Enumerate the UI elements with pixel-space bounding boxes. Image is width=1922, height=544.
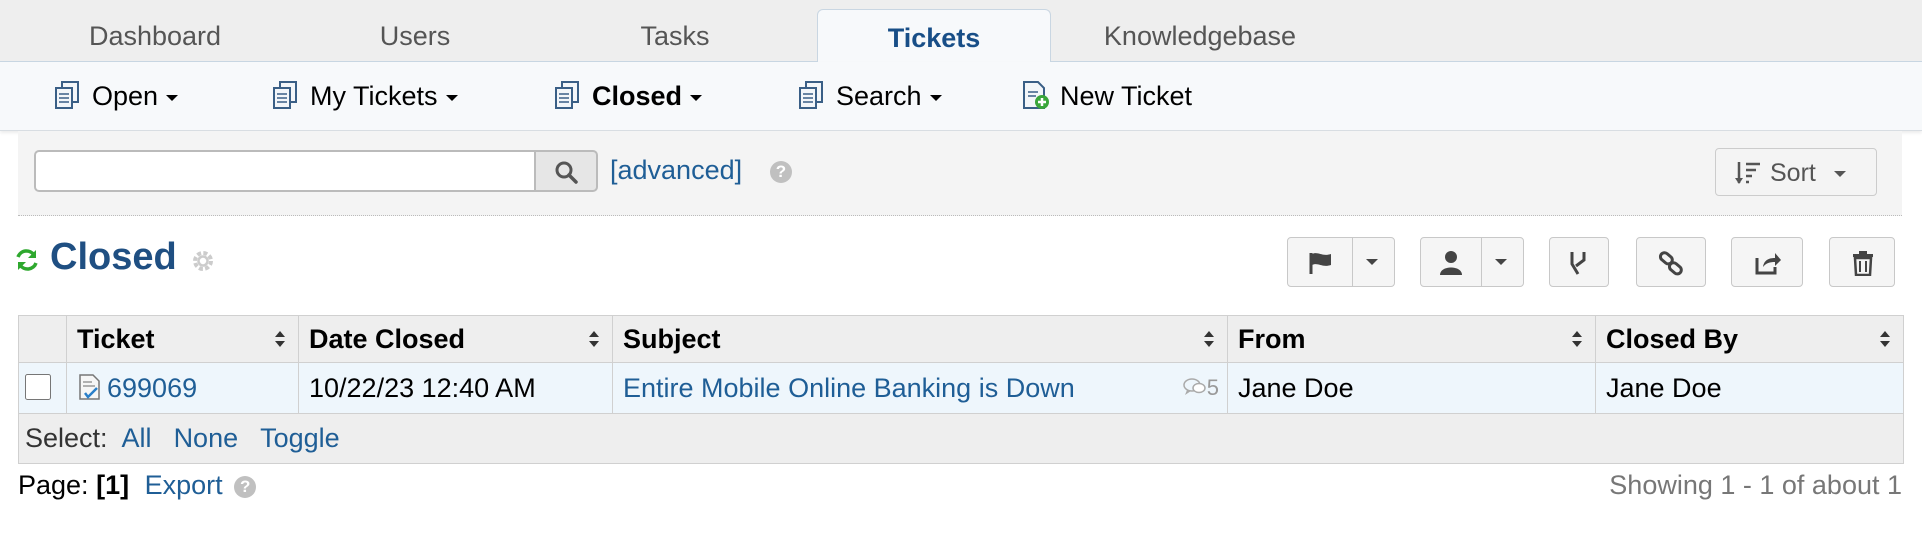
from-value: Jane Doe [1238, 373, 1354, 403]
pagination: Page: [1] Export ? [18, 470, 257, 501]
date-closed-value: 10/22/23 12:40 AM [309, 373, 536, 403]
select-label: Select: [25, 423, 108, 453]
chevron-down-icon [929, 94, 942, 101]
sort-label: Sort [1770, 159, 1816, 187]
sort-arrows-icon [1880, 331, 1890, 347]
table-row-subject-cell: Entire Mobile Online Banking is Down 5 [612, 362, 1228, 414]
flag-icon [1309, 253, 1331, 274]
my-tickets-label: My Tickets [310, 81, 438, 111]
sort-arrows-icon [1572, 331, 1582, 347]
main-tab-bar: Dashboard Users Tasks Tickets Knowledgeb… [0, 0, 1922, 63]
advanced-search-link[interactable]: [advanced] [610, 155, 742, 186]
select-toggle-link[interactable]: Toggle [260, 423, 340, 453]
page-label: Page: [18, 470, 89, 500]
select-all-link[interactable]: All [122, 423, 152, 453]
select-controls: Select: All None Toggle [18, 413, 1904, 464]
tab-tickets[interactable]: Tickets [817, 9, 1051, 63]
search-area: [advanced] ? Sort [18, 131, 1902, 216]
tickets-table: Ticket Date Closed Subject From Closed B… [18, 315, 1904, 465]
refresh-icon[interactable] [14, 247, 40, 273]
trash-icon [1853, 251, 1873, 276]
search-icon [555, 161, 578, 184]
select-column-header [18, 315, 67, 363]
thread-count: 5 [1183, 363, 1219, 413]
divider [1481, 238, 1482, 286]
thread-count-value: 5 [1206, 375, 1219, 400]
link-icon [1658, 251, 1683, 276]
column-header-label: From [1238, 324, 1306, 354]
column-header-date-closed[interactable]: Date Closed [298, 315, 613, 363]
table-row-select-cell [18, 362, 67, 414]
current-page: [1] [96, 470, 130, 500]
chevron-down-icon [690, 94, 703, 101]
column-header-closed-by[interactable]: Closed By [1595, 315, 1904, 363]
comments-icon [1183, 378, 1206, 396]
sort-button[interactable]: Sort [1715, 148, 1877, 196]
open-queue-menu[interactable]: Open [52, 62, 179, 130]
export-link[interactable]: Export [145, 470, 223, 500]
column-header-label: Closed By [1606, 324, 1739, 354]
ticket-subject-link[interactable]: Entire Mobile Online Banking is Down [623, 373, 1075, 403]
help-icon[interactable]: ? [770, 161, 792, 183]
link-button[interactable] [1636, 237, 1706, 287]
help-icon[interactable]: ? [234, 475, 257, 498]
chevron-down-icon [1366, 259, 1378, 265]
tab-users[interactable]: Users [300, 0, 530, 61]
ticket-number-link[interactable]: 699069 [107, 373, 197, 403]
results-count: Showing 1 - 1 of about 1 [1609, 470, 1902, 500]
gear-icon[interactable] [191, 249, 215, 273]
share-icon [1755, 253, 1781, 275]
table-row-closed-by-cell: Jane Doe [1595, 362, 1904, 414]
delete-button[interactable] [1829, 237, 1895, 287]
new-ticket-button[interactable]: New Ticket [1020, 62, 1192, 130]
tickets-subnav: Open My Tickets Closed Search New Ticket [0, 62, 1922, 131]
closed-by-value: Jane Doe [1606, 373, 1722, 403]
merge-button[interactable] [1549, 237, 1609, 287]
chevron-down-icon [1833, 171, 1846, 178]
sort-arrows-icon [1204, 331, 1214, 347]
column-header-subject[interactable]: Subject [612, 315, 1228, 363]
row-checkbox[interactable] [25, 374, 51, 400]
my-tickets-menu[interactable]: My Tickets [270, 62, 458, 130]
assign-menu-button[interactable] [1420, 237, 1524, 287]
new-ticket-icon [1023, 80, 1049, 109]
queue-icon [273, 80, 297, 109]
column-header-from[interactable]: From [1227, 315, 1596, 363]
flag-menu-button[interactable] [1287, 237, 1395, 287]
open-label: Open [92, 81, 159, 111]
search-input[interactable] [34, 150, 536, 192]
table-row-from-cell: Jane Doe [1227, 362, 1596, 414]
table-row-ticket-cell: 699069 [66, 362, 299, 414]
queue-icon [555, 80, 579, 109]
page-title[interactable]: Closed [50, 236, 177, 279]
sort-arrows-icon [589, 331, 599, 347]
search-menu[interactable]: Search [796, 62, 942, 130]
merge-icon [1570, 252, 1586, 275]
chevron-down-icon [166, 94, 179, 101]
closed-queue-menu[interactable]: Closed [552, 62, 703, 130]
queue-icon [799, 80, 823, 109]
divider [1352, 238, 1353, 286]
closed-ticket-icon [79, 374, 100, 400]
column-header-label: Date Closed [309, 324, 466, 354]
column-header-label: Ticket [77, 324, 155, 354]
chevron-down-icon [445, 94, 458, 101]
sort-arrows-icon [275, 331, 285, 347]
tab-dashboard[interactable]: Dashboard [40, 0, 270, 61]
transfer-button[interactable] [1731, 237, 1803, 287]
new-ticket-label: New Ticket [1060, 81, 1193, 111]
tab-knowledgebase[interactable]: Knowledgebase [1080, 0, 1320, 61]
table-row-date-cell: 10/22/23 12:40 AM [298, 362, 613, 414]
column-header-label: Subject [623, 324, 721, 354]
user-icon [1440, 251, 1462, 275]
search-button[interactable] [534, 150, 598, 192]
sort-icon [1735, 162, 1760, 184]
closed-label: Closed [592, 81, 683, 111]
queue-icon [55, 80, 79, 109]
search-label: Search [836, 81, 922, 111]
select-none-link[interactable]: None [174, 423, 239, 453]
column-header-ticket[interactable]: Ticket [66, 315, 299, 363]
chevron-down-icon [1495, 259, 1507, 265]
tab-tasks[interactable]: Tasks [560, 0, 790, 61]
